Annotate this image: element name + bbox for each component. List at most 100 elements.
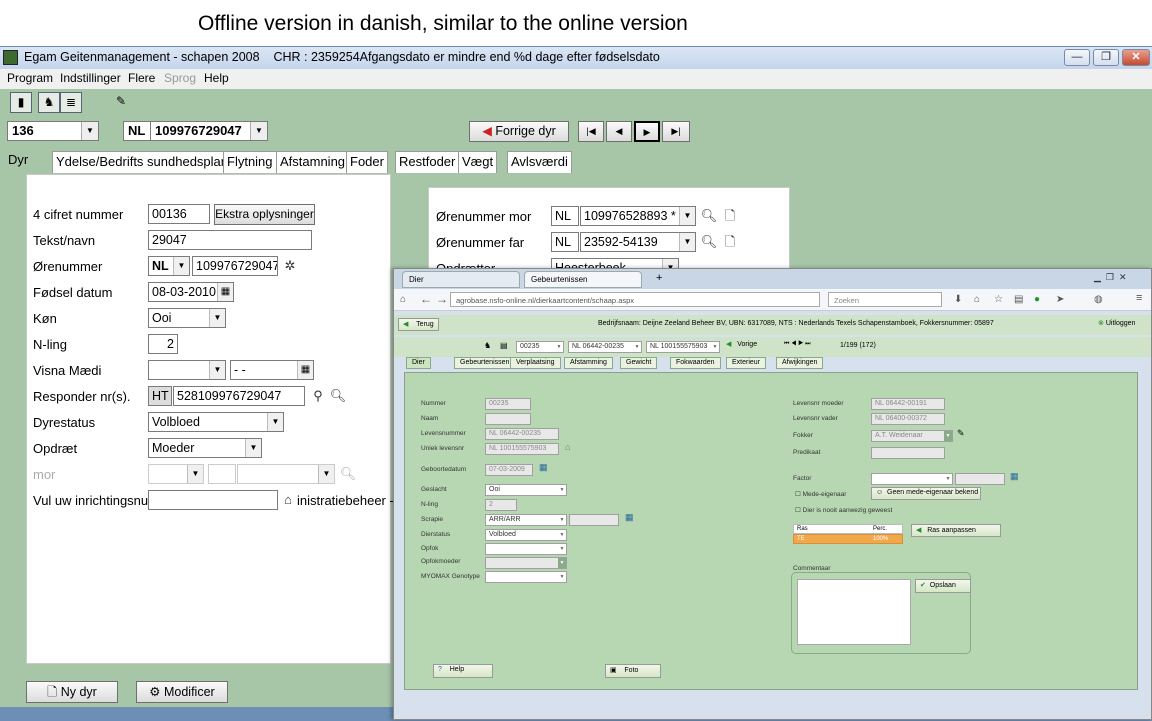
tab-afstamning[interactable]: Afstamning [276, 151, 350, 173]
birthdate-field[interactable]: 07-03-2009 [485, 464, 533, 476]
factor-date-field[interactable] [955, 473, 1005, 485]
mother-levensnr-field[interactable]: NL 06442-00191 [871, 398, 945, 410]
opfok-select[interactable]: ▼ [485, 543, 567, 555]
lifenumber-dropdown[interactable]: NL 06442-00235 ▼ [568, 341, 642, 353]
mother-prefix-field[interactable] [208, 464, 236, 484]
name-field[interactable]: 29047 [148, 230, 312, 250]
home-toolbar-icon[interactable]: ⌂ [974, 294, 980, 305]
tab-fokwaarden[interactable]: Fokwaarden [670, 357, 721, 369]
ear-number-select[interactable]: 109976729047 ▼ [150, 121, 268, 141]
prev-record-button[interactable]: ◀ [606, 121, 632, 142]
tab-exterieur[interactable]: Exterieur [726, 357, 767, 369]
mother-ear-select[interactable]: 109976528893 * ▼ [580, 206, 696, 226]
menu-help[interactable]: Help [204, 71, 229, 85]
clipboard-icon[interactable]: ▤ [1014, 294, 1023, 305]
edit-icon[interactable]: ✎ [957, 428, 965, 439]
photo-button[interactable]: ▣ Foto [605, 664, 661, 678]
ear-country-select[interactable]: NL ▼ [148, 256, 190, 276]
tab-flytning[interactable]: Flytning [223, 151, 277, 173]
browser-tab-nsfo-online[interactable]: Gebeurtenissen [524, 271, 642, 288]
tab-avlsvaerdi[interactable]: Avlsværdi [507, 151, 572, 173]
number4-field[interactable]: 00136 [148, 204, 210, 224]
previous-button[interactable]: ◀ Vorige [726, 340, 757, 348]
father-levensnr-field[interactable]: NL 06400-00372 [871, 413, 945, 425]
nummer-field[interactable]: 00235 [485, 398, 531, 410]
help-button[interactable]: ? Help [433, 664, 493, 678]
next-record-button[interactable]: ▶ [634, 121, 660, 142]
sex-select[interactable]: Ooi ▼ [148, 308, 226, 328]
close-button[interactable]: ✕ [1122, 49, 1150, 66]
menu-program[interactable]: Program [7, 71, 53, 85]
visna-date-field[interactable]: - - ▦ [230, 360, 314, 380]
browser-back-icon[interactable]: ← [420, 292, 432, 306]
chat-icon[interactable]: ◍ [1094, 294, 1103, 305]
tab-verplaatsing[interactable]: Verplaatsing [510, 357, 561, 369]
last-record-button[interactable]: ▶| [662, 121, 690, 142]
animal-icon-small[interactable]: ♞ [484, 341, 491, 350]
previous-animal-button[interactable]: ◀ Forrige dyr [469, 121, 569, 142]
never-present-checkbox[interactable]: ☐ Dier is nooit aanwezig geweest [795, 506, 892, 514]
tab-vaegt[interactable]: Vægt [458, 151, 498, 173]
modify-button[interactable]: ⚙ Modificer [136, 681, 228, 703]
status-select[interactable]: Volbloed ▼ [148, 412, 284, 432]
first-record-button[interactable]: |◀ [578, 121, 604, 142]
mother-country-select[interactable]: ▼ [148, 464, 204, 484]
back-button[interactable]: ◀ Terug [398, 318, 439, 331]
minimize-button[interactable]: — [1064, 49, 1090, 66]
factor-select[interactable]: ▼ [871, 473, 953, 485]
new-tab-icon[interactable]: + [656, 272, 662, 284]
bookmark-icon[interactable]: ☆ [994, 294, 1003, 305]
url-bar[interactable]: agrobase.nsfo-online.nl/dierkaartcontent… [450, 292, 820, 307]
levensnummer-field[interactable]: NL 06442-00235 [485, 428, 559, 440]
fokker-select[interactable]: A.T. Weidenaar ▼ [871, 430, 953, 442]
nling-field[interactable]: 2 [148, 334, 178, 354]
unique-lifenumber-dropdown[interactable]: NL 100155575903 ▼ [646, 341, 720, 353]
ear-number-field[interactable]: 109976729047 [192, 256, 278, 276]
mother-ear-search-icon[interactable]: 🔍︎ [700, 207, 718, 225]
opfokmoeder-field[interactable]: ▼ [485, 557, 567, 569]
exit-door-icon[interactable]: ▮ [10, 92, 32, 113]
tab-gebeurtenissen[interactable]: Gebeurtenissen [454, 357, 516, 369]
pager-buttons[interactable]: ⏮ ◀ ▶ ⏭ [784, 341, 811, 348]
animal-number-select[interactable]: 136 ▼ [7, 121, 99, 141]
mother-number-select[interactable]: ▼ [237, 464, 335, 484]
tab-restfoder[interactable]: Restfoder [395, 151, 460, 173]
menu-flere[interactable]: Flere [128, 71, 155, 85]
mother-search-icon[interactable]: 🔍︎ [339, 465, 357, 483]
mother-ear-country[interactable]: NL [551, 206, 579, 226]
home-icon[interactable]: ⌂ [279, 491, 297, 509]
save-button[interactable]: ✔ Opslaan [915, 579, 971, 593]
browser-menu-icon[interactable]: ≡ [1136, 292, 1142, 304]
animal-number-dropdown[interactable]: 00235 ▼ [516, 341, 564, 353]
scrapie-select[interactable]: ARR/ARR ▼ [485, 514, 567, 526]
dierstatus-select[interactable]: Volbloed ▼ [485, 529, 567, 541]
browser-home-icon[interactable]: ⌂ [400, 294, 406, 305]
inrichting-field[interactable] [148, 490, 278, 510]
report-icon-small[interactable]: ▤ [500, 341, 508, 350]
father-ear-search-icon[interactable]: 🔍︎ [700, 233, 718, 251]
tab-gewicht[interactable]: Gewicht [620, 357, 658, 369]
breeding-select[interactable]: Moeder ▼ [148, 438, 262, 458]
menu-indstillinger[interactable]: Indstillinger [60, 71, 121, 85]
browser-forward-icon[interactable]: → [436, 292, 448, 306]
report-icon[interactable]: ≣ [60, 92, 82, 113]
unique-levensnr-field[interactable]: NL 100155575903 [485, 443, 559, 455]
pencil-icon[interactable]: ✎ [110, 92, 132, 113]
comment-textarea[interactable] [797, 579, 911, 645]
scrapie-calendar-icon[interactable]: ▦ [625, 512, 634, 523]
logout-button[interactable]: ⊗ Uitloggen [1098, 319, 1135, 327]
tab-ydelse[interactable]: Ydelse/Bedrifts sundhedsplan [52, 151, 233, 173]
addon-icon[interactable]: ● [1034, 294, 1040, 305]
tab-dier[interactable]: Dier [406, 357, 431, 369]
magnifier-icon[interactable]: 🔍︎ [329, 387, 347, 405]
tab-afstamming[interactable]: Afstamming [564, 357, 613, 369]
naam-field[interactable] [485, 413, 531, 425]
father-ear-select[interactable]: 23592-54139 ▼ [580, 232, 696, 252]
browser-window-controls[interactable]: ▁ ❐ ✕ [1094, 272, 1127, 283]
birth-date-field[interactable]: 08-03-2010 ▦ [148, 282, 234, 302]
calendar-icon[interactable]: ▦ [539, 462, 548, 473]
predikaat-field[interactable] [871, 447, 945, 459]
maximize-button[interactable]: ❐ [1093, 49, 1119, 66]
factor-calendar-icon[interactable]: ▦ [1010, 471, 1019, 482]
responder-prefix-field[interactable]: HT [148, 386, 172, 406]
